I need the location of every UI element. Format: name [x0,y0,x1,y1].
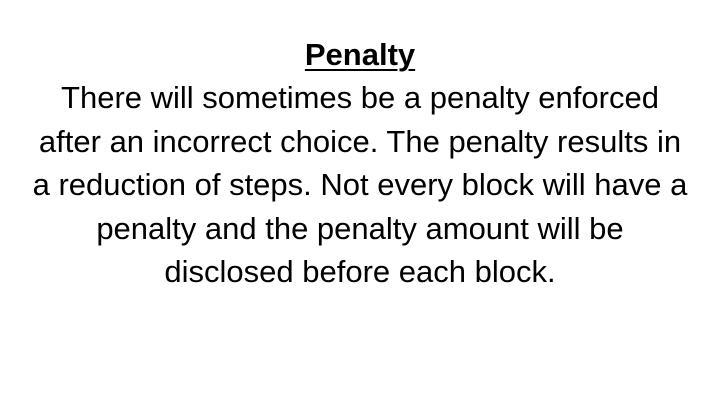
slide-content: Penalty There will sometimes be a penalt… [30,33,690,294]
slide: Penalty There will sometimes be a penalt… [0,0,720,405]
slide-title: Penalty [304,37,416,72]
slide-body-text: There will sometimes be a penalty enforc… [32,80,688,289]
